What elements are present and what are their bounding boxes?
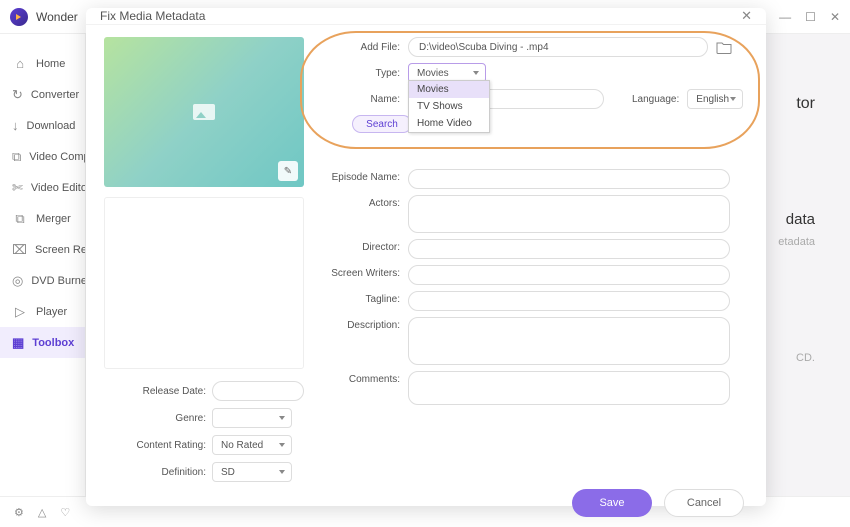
comments-label: Comments: bbox=[322, 371, 408, 385]
sidebar-item-editor[interactable]: ✄ Video Editor bbox=[0, 172, 85, 203]
settings-icon[interactable]: ⚙ bbox=[14, 506, 24, 519]
image-placeholder-icon bbox=[193, 104, 215, 120]
description-label: Description: bbox=[322, 317, 408, 331]
browse-folder-button[interactable] bbox=[716, 40, 732, 54]
writers-input[interactable] bbox=[408, 265, 730, 285]
metadata-modal: Fix Media Metadata ✕ ✎ Release Date: Gen… bbox=[86, 8, 766, 506]
sidebar-item-dvd[interactable]: ◎ DVD Burner bbox=[0, 265, 85, 296]
type-dropdown: Movies TV Shows Home Video bbox=[408, 80, 490, 133]
favorite-icon[interactable]: ♡ bbox=[60, 506, 70, 519]
actors-input[interactable] bbox=[408, 195, 730, 233]
language-select[interactable]: English bbox=[687, 89, 743, 109]
sidebar-item-label: Toolbox bbox=[32, 337, 74, 349]
rating-label: Content Rating: bbox=[104, 440, 212, 451]
scissors-icon: ✄ bbox=[12, 180, 23, 196]
sidebar-item-label: Home bbox=[36, 58, 65, 70]
episode-input[interactable] bbox=[408, 169, 730, 189]
tagline-label: Tagline: bbox=[322, 291, 408, 305]
window-controls: — ☐ ✕ bbox=[779, 10, 840, 24]
maximize-button[interactable]: ☐ bbox=[805, 10, 816, 24]
sidebar-item-home[interactable]: ⌂ Home bbox=[0, 48, 85, 79]
download-icon: ↓ bbox=[12, 118, 19, 133]
type-option-movies[interactable]: Movies bbox=[409, 81, 489, 98]
genre-label: Genre: bbox=[104, 413, 212, 424]
dvd-icon: ◎ bbox=[12, 273, 23, 289]
cancel-button[interactable]: Cancel bbox=[664, 489, 744, 517]
addfile-input[interactable] bbox=[408, 37, 708, 57]
language-label: Language: bbox=[632, 94, 687, 105]
comments-input[interactable] bbox=[408, 371, 730, 405]
type-option-tvshows[interactable]: TV Shows bbox=[409, 98, 489, 115]
compressor-icon: ⧉ bbox=[12, 149, 21, 165]
close-button[interactable]: ✕ bbox=[830, 10, 840, 24]
sidebar-item-label: Converter bbox=[31, 89, 79, 101]
sidebar-item-merger[interactable]: ⧉ Merger bbox=[0, 203, 85, 234]
minimize-button[interactable]: — bbox=[779, 10, 791, 24]
bg-text: tor data etadata CD. bbox=[778, 90, 815, 368]
preview-box bbox=[104, 197, 304, 369]
sidebar-item-toolbox[interactable]: ▦ Toolbox bbox=[0, 327, 85, 358]
director-label: Director: bbox=[322, 239, 408, 253]
sidebar-item-label: DVD Burner bbox=[31, 275, 85, 287]
sidebar-item-label: Video Compressor bbox=[29, 151, 85, 163]
addfile-label: Add File: bbox=[322, 42, 408, 53]
actors-label: Actors: bbox=[322, 195, 408, 209]
modal-title: Fix Media Metadata bbox=[100, 9, 205, 23]
sidebar-item-label: Player bbox=[36, 306, 67, 318]
sidebar-item-recorder[interactable]: ⌧ Screen Recorder bbox=[0, 234, 85, 265]
tagline-input[interactable] bbox=[408, 291, 730, 311]
converter-icon: ↻ bbox=[12, 87, 23, 103]
thumbnail: ✎ bbox=[104, 37, 304, 187]
edit-thumbnail-button[interactable]: ✎ bbox=[278, 161, 298, 181]
sidebar-item-label: Screen Recorder bbox=[35, 244, 85, 256]
release-date-input[interactable] bbox=[212, 381, 304, 401]
notifications-icon[interactable]: △ bbox=[38, 506, 46, 519]
writers-label: Screen Writers: bbox=[322, 265, 408, 279]
app-title: Wonder bbox=[36, 10, 78, 24]
release-date-label: Release Date: bbox=[104, 386, 212, 397]
sidebar-item-compressor[interactable]: ⧉ Video Compressor bbox=[0, 141, 85, 172]
sidebar-item-download[interactable]: ↓ Download bbox=[0, 110, 85, 141]
folder-icon bbox=[716, 40, 732, 54]
description-input[interactable] bbox=[408, 317, 730, 365]
definition-select[interactable]: SD bbox=[212, 462, 292, 482]
recorder-icon: ⌧ bbox=[12, 242, 27, 258]
save-button[interactable]: Save bbox=[572, 489, 652, 517]
modal-header: Fix Media Metadata ✕ bbox=[86, 8, 766, 25]
rating-select[interactable]: No Rated bbox=[212, 435, 292, 455]
home-icon: ⌂ bbox=[12, 56, 28, 71]
type-label: Type: bbox=[322, 68, 408, 79]
director-input[interactable] bbox=[408, 239, 730, 259]
app-logo bbox=[10, 8, 28, 26]
sidebar-item-label: Download bbox=[27, 120, 76, 132]
merger-icon: ⧉ bbox=[12, 211, 28, 227]
modal-close-button[interactable]: ✕ bbox=[741, 8, 752, 24]
name-label: Name: bbox=[322, 94, 408, 105]
toolbox-icon: ▦ bbox=[12, 335, 24, 351]
definition-label: Definition: bbox=[104, 467, 212, 478]
episode-label: Episode Name: bbox=[322, 169, 408, 183]
search-button[interactable]: Search bbox=[352, 115, 412, 133]
sidebar-item-player[interactable]: ▷ Player bbox=[0, 296, 85, 327]
sidebar-item-label: Merger bbox=[36, 213, 71, 225]
sidebar-item-label: Video Editor bbox=[31, 182, 85, 194]
genre-select[interactable] bbox=[212, 408, 292, 428]
type-option-homevideo[interactable]: Home Video bbox=[409, 115, 489, 132]
sidebar: ⌂ Home ↻ Converter ↓ Download ⧉ Video Compre… bbox=[0, 34, 86, 496]
modal-footer: Save Cancel bbox=[86, 489, 766, 517]
play-icon: ▷ bbox=[12, 304, 28, 320]
sidebar-item-converter[interactable]: ↻ Converter bbox=[0, 79, 85, 110]
